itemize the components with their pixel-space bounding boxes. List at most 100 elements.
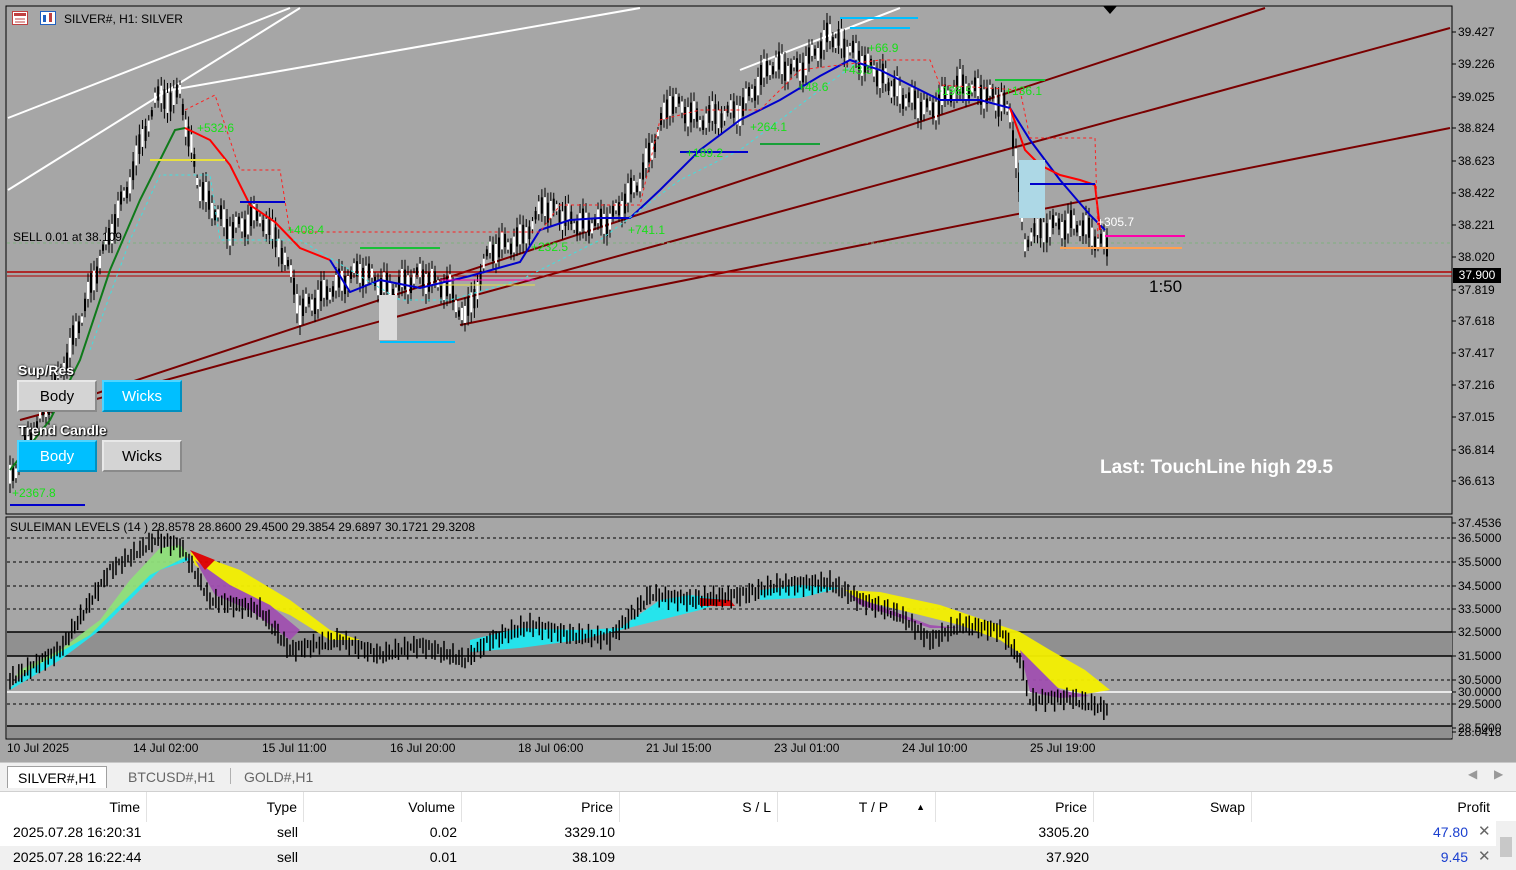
indicator-frame	[5, 516, 1453, 740]
indicator-band-upper	[7, 632, 1452, 656]
row-profit: 47.80	[1432, 824, 1468, 840]
time-tick-label: 15 Jul 11:00	[262, 741, 327, 755]
profit-annotation: +532.6	[197, 121, 234, 135]
main-chart-frame	[5, 5, 1453, 515]
indicator-tick-label: 29.5000	[1458, 697, 1502, 711]
chart-title: SILVER#, H1: SILVER	[64, 12, 183, 26]
table-scrollbar[interactable]	[1496, 821, 1516, 870]
profit-annotations: +532.6 +408.4 +232.5 +741.1 +189.2 +264.1 +48.…	[12, 41, 1134, 500]
price-tick-label: 38.221	[1458, 218, 1495, 232]
price-tick-label: 36.814	[1458, 443, 1495, 457]
row-profit: 9.45	[1440, 849, 1468, 865]
trendline-red-2	[19, 27, 1451, 421]
profit-annotation: +741.1	[628, 223, 665, 237]
indicator-levels	[7, 537, 1452, 705]
ma-line-blue	[329, 58, 1106, 294]
scroll-left-icon[interactable]: ◀	[1468, 767, 1477, 781]
profit-annotation: +136.1	[1005, 84, 1042, 98]
indicator-band-lower	[7, 726, 1452, 738]
col-swap[interactable]: Swap	[1094, 792, 1252, 822]
profit-annotation: +48.6	[798, 80, 829, 94]
price-chart-canvas[interactable]: +532.6 +408.4 +232.5 +741.1 +189.2 +264.1 +48.…	[0, 0, 1516, 762]
table-row[interactable]: 2025.07.28 16:20:31 sell 0.02 3329.10 33…	[0, 821, 1516, 845]
tab-btcusd[interactable]: BTCUSD#,H1	[128, 766, 215, 787]
chart-window-icon	[12, 11, 28, 25]
sell-order-label: SELL 0.01 at 38.109	[13, 230, 122, 244]
tab-silver[interactable]: SILVER#,H1	[7, 766, 108, 788]
row-time: 2025.07.28 16:20:31	[13, 824, 142, 840]
trend-wicks-button[interactable]: Wicks	[102, 440, 182, 472]
price-tick-label: 37.417	[1458, 346, 1495, 360]
trend-candle-label: Trend Candle	[18, 422, 107, 438]
col-profit[interactable]: Profit	[1252, 792, 1496, 822]
price-tick-label: 38.824	[1458, 121, 1495, 135]
supres-body-button[interactable]: Body	[17, 380, 97, 412]
table-row[interactable]: 2025.07.28 16:22:44 sell 0.01 38.109 37.…	[0, 846, 1516, 870]
price-tick-label: 39.226	[1458, 57, 1495, 71]
col-time[interactable]: Time	[0, 792, 147, 822]
profit-annotation: +232.5	[531, 240, 568, 254]
indicator-tick-label: 28.0418	[1458, 725, 1502, 739]
price-tick-label: 38.623	[1458, 154, 1495, 168]
time-tick-label: 25 Jul 19:00	[1030, 741, 1096, 755]
indicator-tick-label: 37.4536	[1458, 516, 1502, 530]
profit-annotation: +189.2	[686, 146, 723, 160]
tab-divider	[230, 768, 231, 784]
current-price-badge: 37.900	[1453, 268, 1501, 283]
indicator-tick-label: 32.5000	[1458, 625, 1502, 639]
price-tick-label: 37.216	[1458, 378, 1495, 392]
trend-body-button[interactable]: Body	[17, 440, 97, 472]
chart-tabs: SILVER#,H1 BTCUSD#,H1 GOLD#,H1 ◀ ▶	[0, 762, 1516, 789]
shift-marker	[1103, 6, 1117, 14]
close-position-icon[interactable]: ✕	[1478, 822, 1491, 840]
close-position-icon[interactable]: ✕	[1478, 847, 1491, 865]
col-volume[interactable]: Volume	[304, 792, 462, 822]
leverage-label: 1:50	[1149, 277, 1183, 296]
supres-wicks-button[interactable]: Wicks	[102, 380, 182, 412]
col-tp[interactable]: T / P ▲	[778, 792, 936, 822]
col-current-price[interactable]: Price	[936, 792, 1094, 822]
price-tick-label: 39.427	[1458, 25, 1495, 39]
col-tp-label: T / P	[858, 799, 889, 815]
indicator-tick-label: 33.5000	[1458, 602, 1502, 616]
indicator-tick-label: 34.5000	[1458, 579, 1502, 593]
time-tick-label: 14 Jul 02:00	[133, 741, 199, 755]
profit-annotation: +66.9	[868, 41, 899, 55]
zone-box-grey	[379, 295, 397, 340]
price-tick-label: 39.025	[1458, 90, 1495, 104]
profit-annotation: +43.5	[842, 63, 873, 77]
row-volume: 0.01	[429, 849, 457, 865]
price-tick-label: 37.819	[1458, 283, 1495, 297]
profit-annotation: +305.7	[1097, 215, 1134, 229]
tab-gold[interactable]: GOLD#,H1	[244, 766, 313, 787]
row-price: 3329.10	[564, 824, 615, 840]
col-sl[interactable]: S / L	[620, 792, 778, 822]
last-touch-label: Last: TouchLine high 29.5	[1100, 457, 1333, 478]
col-type[interactable]: Type	[147, 792, 304, 822]
indicator-ribbons	[10, 545, 1110, 698]
row-price: 38.109	[572, 849, 615, 865]
scroll-right-icon[interactable]: ▶	[1494, 767, 1503, 781]
time-tick-label: 10 Jul 2025	[7, 741, 70, 755]
time-tick-label: 24 Jul 10:00	[902, 741, 968, 755]
row-current: 37.920	[1046, 849, 1089, 865]
row-type: sell	[276, 849, 298, 865]
time-tick-label: 21 Jul 15:00	[646, 741, 712, 755]
profit-annotation: +2367.8	[12, 486, 56, 500]
price-tick-label: 36.613	[1458, 474, 1495, 488]
col-price[interactable]: Price	[462, 792, 620, 822]
chart-window[interactable]: +532.6 +408.4 +232.5 +741.1 +189.2 +264.1 +48.…	[0, 0, 1516, 762]
indicator-tick-label: 35.5000	[1458, 555, 1502, 569]
ma-line-green	[9, 127, 186, 471]
profit-annotation: +264.1	[750, 120, 787, 134]
scroll-thumb[interactable]	[1500, 837, 1512, 857]
profit-annotation: +198.5	[935, 84, 972, 98]
price-tick-label: 38.020	[1458, 250, 1495, 264]
trade-table: Time Type Volume Price S / L T / P ▲ Pri…	[0, 791, 1516, 870]
chart-type-icon[interactable]	[40, 11, 56, 25]
price-tick-label: 37.618	[1458, 314, 1495, 328]
trendline-red-3	[459, 127, 1451, 326]
indicator-title: SULEIMAN LEVELS (14 ) 28.8578 28.8600 29…	[10, 520, 476, 534]
profit-annotation: +408.4	[287, 223, 324, 237]
indicator-tick-label: 36.5000	[1458, 531, 1502, 545]
